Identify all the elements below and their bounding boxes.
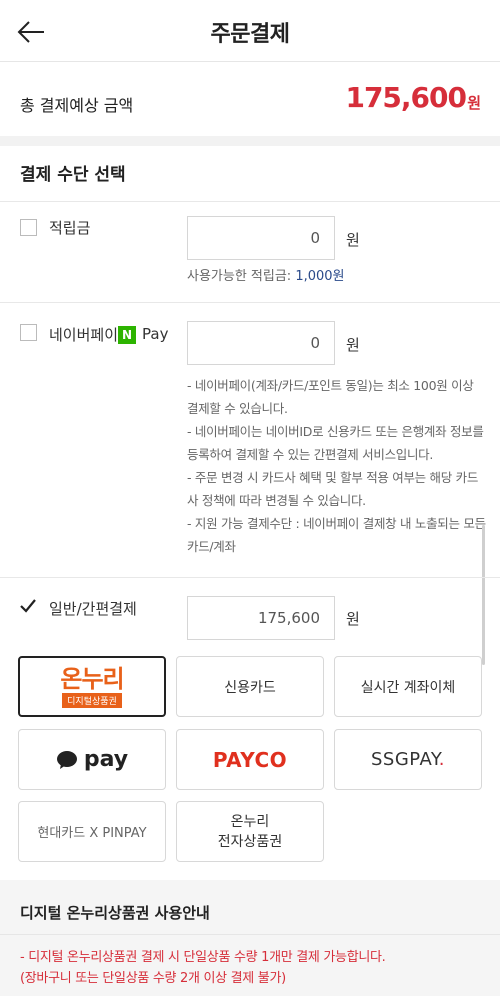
hyundai-pinpay-button[interactable]: 현대카드 X PINPAY bbox=[18, 801, 166, 862]
total-unit: 원 bbox=[467, 94, 481, 112]
payco-logo: PAYCO bbox=[212, 747, 288, 772]
divider bbox=[0, 302, 500, 303]
divider bbox=[0, 934, 500, 935]
general-label: 일반/간편결제 bbox=[49, 600, 137, 618]
checkmark-icon bbox=[20, 599, 36, 613]
points-available: 사용가능한 적립금: 1,000원 bbox=[187, 265, 345, 284]
general-unit: 원 bbox=[346, 610, 360, 628]
general-input[interactable] bbox=[187, 596, 335, 640]
header: 주문결제 bbox=[0, 0, 500, 62]
divider bbox=[0, 201, 500, 202]
naverpay-note: - 지원 가능 결제수단 : 네이버페이 결제창 내 노출되는 모든 카드/계좌 bbox=[187, 516, 486, 554]
points-unit: 원 bbox=[346, 231, 360, 249]
onnuri-logo-sub: 디지털상품권 bbox=[62, 692, 122, 708]
kakaopay-text: pay bbox=[83, 747, 129, 772]
guide-line: (장바구니 또는 단일상품 수량 2개 이상 결제 불가) bbox=[20, 971, 286, 986]
total-summary: 총 결제예상 금액 175,600 원 bbox=[0, 63, 500, 136]
points-available-label: 사용가능한 적립금: bbox=[187, 269, 292, 284]
guide-line: - 디지털 온누리상품권 결제 시 단일상품 수량 1개만 결제 가능합니다. bbox=[20, 950, 386, 965]
ssgpay-logo-ssg: SSG bbox=[370, 749, 410, 770]
hyundai-pinpay-label: 현대카드 X PINPAY bbox=[37, 826, 147, 841]
naverpay-pay-text: Pay bbox=[142, 325, 169, 343]
points-input[interactable] bbox=[187, 216, 335, 260]
section-title: 결제 수단 선택 bbox=[20, 165, 126, 185]
general-checkbox[interactable] bbox=[19, 597, 36, 614]
ssgpay-logo: SSGPAY. bbox=[371, 749, 445, 770]
ssgpay-logo-dot: . bbox=[438, 749, 445, 770]
onnuri-electronic-line2: 전자상품권 bbox=[217, 833, 283, 850]
guide-title: 디지털 온누리상품권 사용안내 bbox=[20, 904, 210, 922]
total-amount: 175,600 bbox=[345, 81, 467, 114]
naverpay-note: - 주문 변경 시 카드사 혜택 및 할부 적용 여부는 해당 카드사 정책에 … bbox=[187, 470, 479, 508]
ssgpay-button[interactable]: SSGPAY. bbox=[334, 729, 482, 790]
onnuri-electronic-line1: 온누리 bbox=[230, 813, 270, 830]
points-label: 적립금 bbox=[49, 219, 91, 237]
naver-n-icon: N bbox=[118, 326, 136, 344]
naverpay-note: - 네이버페이는 네이버ID로 신용카드 또는 은행계좌 정보를 등록하여 결제… bbox=[187, 424, 484, 462]
speech-bubble-icon bbox=[56, 750, 77, 769]
onnuri-logo-text: 온누리 bbox=[60, 664, 124, 693]
kakaopay-button[interactable]: pay bbox=[18, 729, 166, 790]
naverpay-unit: 원 bbox=[346, 336, 360, 354]
page-title: 주문결제 bbox=[210, 22, 290, 47]
ssgpay-logo-pay: PAY bbox=[409, 749, 439, 770]
onnuri-digital-button[interactable]: 온누리 디지털상품권 bbox=[18, 656, 166, 717]
bank-transfer-button[interactable]: 실시간 계좌이체 bbox=[334, 656, 482, 717]
onnuri-electronic-button[interactable]: 온누리 전자상품권 bbox=[176, 801, 324, 862]
onnuri-guide: 디지털 온누리상품권 사용안내 - 디지털 온누리상품권 결제 시 단일상품 수… bbox=[0, 880, 500, 996]
kakaopay-logo: pay bbox=[56, 747, 128, 772]
points-available-value: 1,000원 bbox=[295, 269, 345, 284]
divider bbox=[0, 577, 500, 578]
naverpay-checkbox[interactable] bbox=[20, 324, 37, 341]
naverpay-label: 네이버페이 bbox=[49, 326, 119, 344]
naverpay-note: - 네이버페이(계좌/카드/포인트 동일)는 최소 100원 이상 결제할 수 … bbox=[187, 378, 474, 416]
naverpay-notes: - 네이버페이(계좌/카드/포인트 동일)는 최소 100원 이상 결제할 수 … bbox=[187, 374, 487, 558]
payco-button[interactable]: PAYCO bbox=[176, 729, 324, 790]
total-label: 총 결제예상 금액 bbox=[20, 96, 134, 115]
section-gap bbox=[0, 136, 500, 146]
points-checkbox[interactable] bbox=[20, 219, 37, 236]
naverpay-input[interactable] bbox=[187, 321, 335, 365]
scrollbar[interactable] bbox=[482, 525, 485, 665]
credit-card-button[interactable]: 신용카드 bbox=[176, 656, 324, 717]
onnuri-logo: 온누리 디지털상품권 bbox=[60, 664, 125, 708]
